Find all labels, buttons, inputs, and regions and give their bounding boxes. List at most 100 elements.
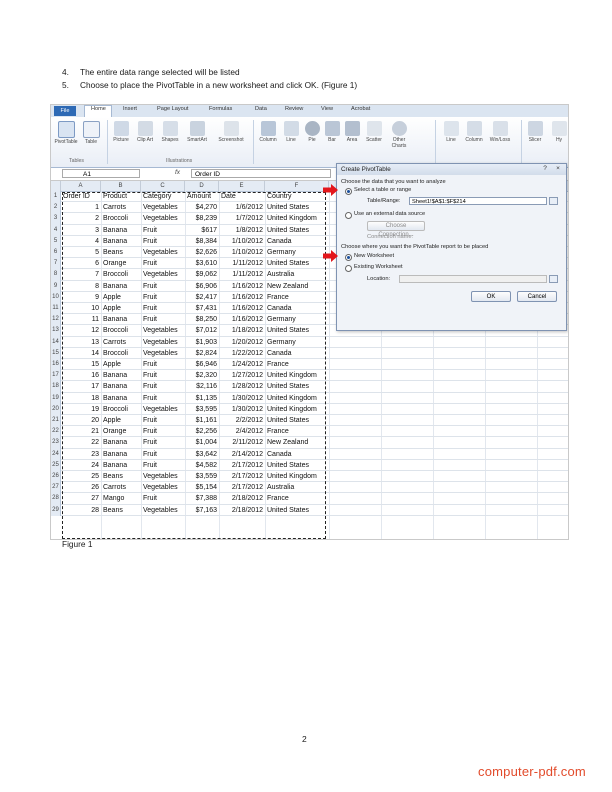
- cell[interactable]: 24: [63, 460, 99, 471]
- row-header[interactable]: 12: [51, 314, 61, 326]
- cell[interactable]: Fruit: [143, 225, 183, 236]
- cell[interactable]: 2/18/2012: [221, 493, 263, 504]
- cell[interactable]: $7,431: [187, 303, 217, 314]
- cell[interactable]: $3,642: [187, 449, 217, 460]
- column-header-e[interactable]: E: [219, 181, 265, 191]
- row-header[interactable]: 4: [51, 224, 61, 236]
- cell[interactable]: Banana: [103, 281, 139, 292]
- cell[interactable]: Fruit: [143, 281, 183, 292]
- select-all-corner[interactable]: [51, 181, 61, 191]
- cell[interactable]: $2,320: [187, 370, 217, 381]
- cell[interactable]: 26: [63, 482, 99, 493]
- row-header[interactable]: 23: [51, 437, 61, 449]
- row-header[interactable]: 8: [51, 269, 61, 281]
- cell[interactable]: France: [267, 359, 327, 370]
- column-chart-button[interactable]: Column: [257, 121, 279, 143]
- cell[interactable]: Carrots: [103, 337, 139, 348]
- cell[interactable]: Fruit: [143, 258, 183, 269]
- cell[interactable]: Broccoli: [103, 325, 139, 336]
- cell[interactable]: Banana: [103, 449, 139, 460]
- cell[interactable]: Canada: [267, 449, 327, 460]
- cell[interactable]: Banana: [103, 236, 139, 247]
- cell[interactable]: Apple: [103, 292, 139, 303]
- cell[interactable]: Mango: [103, 493, 139, 504]
- cell[interactable]: Product: [103, 191, 139, 202]
- row-header[interactable]: 28: [51, 493, 61, 505]
- cell[interactable]: Banana: [103, 381, 139, 392]
- row-header[interactable]: 16: [51, 359, 61, 371]
- radio-new-worksheet[interactable]: [345, 254, 352, 261]
- radio-existing-worksheet[interactable]: [345, 265, 352, 272]
- row-header[interactable]: 5: [51, 235, 61, 247]
- cell[interactable]: Broccoli: [103, 404, 139, 415]
- cell[interactable]: 7: [63, 269, 99, 280]
- cell[interactable]: Fruit: [143, 381, 183, 392]
- cell[interactable]: United States: [267, 325, 327, 336]
- cell[interactable]: Banana: [103, 393, 139, 404]
- row-header[interactable]: 11: [51, 303, 61, 315]
- fx-icon[interactable]: fx: [175, 169, 180, 176]
- cell[interactable]: United States: [267, 460, 327, 471]
- row-header[interactable]: 13: [51, 325, 61, 337]
- tab-insert[interactable]: Insert: [123, 106, 137, 112]
- cell[interactable]: Broccoli: [103, 348, 139, 359]
- cell[interactable]: Australia: [267, 269, 327, 280]
- row-header[interactable]: 27: [51, 482, 61, 494]
- line-chart-button[interactable]: Line: [281, 121, 301, 143]
- row-header[interactable]: 18: [51, 381, 61, 393]
- row-header[interactable]: 22: [51, 426, 61, 438]
- row-header[interactable]: 24: [51, 448, 61, 460]
- location-picker-icon[interactable]: [549, 275, 558, 283]
- cell[interactable]: United States: [267, 225, 327, 236]
- clip-art-button[interactable]: Clip Art: [135, 121, 155, 143]
- cell[interactable]: United Kingdom: [267, 393, 327, 404]
- row-header[interactable]: 1: [51, 191, 61, 203]
- cell[interactable]: Vegetables: [143, 213, 183, 224]
- cell[interactable]: $1,903: [187, 337, 217, 348]
- range-picker-icon[interactable]: [549, 197, 558, 205]
- cell[interactable]: Fruit: [143, 460, 183, 471]
- cell[interactable]: 1/10/2012: [221, 236, 263, 247]
- cell[interactable]: Canada: [267, 348, 327, 359]
- table-range-input[interactable]: Sheet1!$A$1:$F$214: [409, 197, 547, 205]
- cell[interactable]: Fruit: [143, 236, 183, 247]
- cell[interactable]: France: [267, 493, 327, 504]
- cell[interactable]: Carrots: [103, 482, 139, 493]
- cell[interactable]: Banana: [103, 460, 139, 471]
- cell[interactable]: $7,012: [187, 325, 217, 336]
- cell[interactable]: 1/28/2012: [221, 381, 263, 392]
- scatter-chart-button[interactable]: Scatter: [363, 121, 385, 143]
- cell[interactable]: 1/18/2012: [221, 325, 263, 336]
- tab-file[interactable]: File: [54, 106, 76, 116]
- row-header[interactable]: 20: [51, 403, 61, 415]
- row-header[interactable]: 26: [51, 471, 61, 483]
- cell[interactable]: $3,610: [187, 258, 217, 269]
- row-header[interactable]: 10: [51, 291, 61, 303]
- cell[interactable]: 2: [63, 213, 99, 224]
- cell[interactable]: Beans: [103, 471, 139, 482]
- cell[interactable]: 1/6/2012: [221, 202, 263, 213]
- cell[interactable]: 17: [63, 381, 99, 392]
- pie-chart-button[interactable]: Pie: [303, 121, 321, 143]
- cell[interactable]: United Kingdom: [267, 213, 327, 224]
- cell[interactable]: $6,946: [187, 359, 217, 370]
- cell[interactable]: 21: [63, 426, 99, 437]
- slicer-button[interactable]: Slicer: [525, 121, 545, 143]
- cell[interactable]: Germany: [267, 314, 327, 325]
- row-header[interactable]: 29: [51, 504, 61, 516]
- cell[interactable]: $3,559: [187, 471, 217, 482]
- sparkline-line-button[interactable]: Line: [441, 121, 461, 143]
- cell[interactable]: Fruit: [143, 292, 183, 303]
- cell[interactable]: $7,388: [187, 493, 217, 504]
- cell[interactable]: Fruit: [143, 426, 183, 437]
- cell[interactable]: $8,239: [187, 213, 217, 224]
- tab-acrobat[interactable]: Acrobat: [351, 106, 370, 112]
- cell[interactable]: Orange: [103, 258, 139, 269]
- cell[interactable]: United States: [267, 505, 327, 516]
- cell[interactable]: Germany: [267, 247, 327, 258]
- cell[interactable]: Australia: [267, 482, 327, 493]
- cancel-button[interactable]: Cancel: [517, 291, 557, 302]
- cell[interactable]: Vegetables: [143, 269, 183, 280]
- cell[interactable]: 1/16/2012: [221, 281, 263, 292]
- ok-button[interactable]: OK: [471, 291, 511, 302]
